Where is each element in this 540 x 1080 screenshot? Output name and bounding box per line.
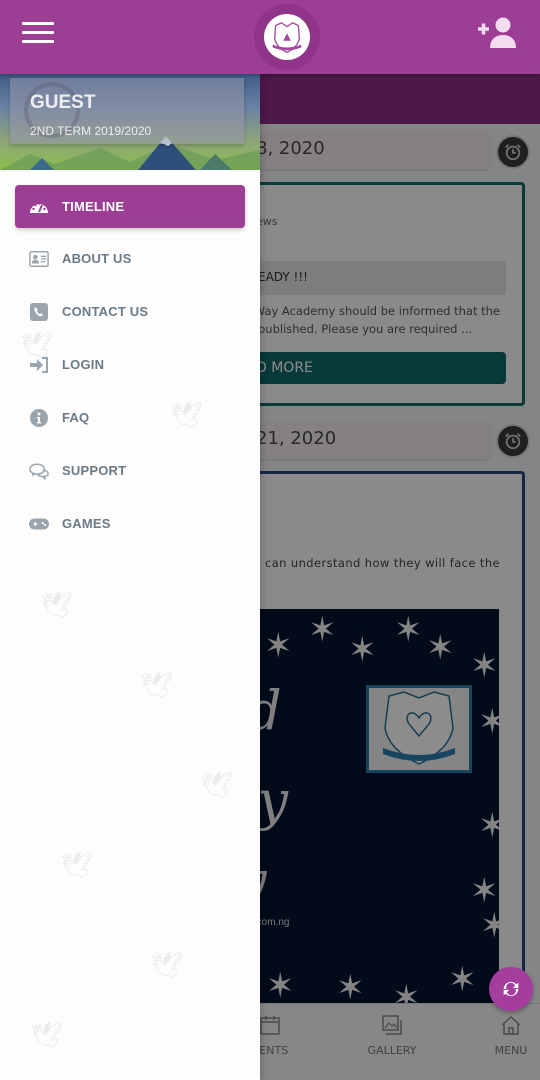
sign-in-icon bbox=[29, 355, 49, 375]
drawer-item-label: ABOUT US bbox=[62, 251, 132, 266]
navigation-drawer: GUEST 2ND TERM 2019/2020 🕊 🕊 🕊 🕊 🕊 🕊 🕊 🕊… bbox=[0, 74, 260, 1080]
drawer-item-label: TIMELINE bbox=[62, 199, 125, 214]
drawer-item-faq[interactable]: FAQ bbox=[15, 396, 245, 439]
drawer-item-label: FAQ bbox=[62, 410, 90, 425]
drawer-item-support[interactable]: SUPPORT bbox=[15, 449, 245, 492]
drawer-header: GUEST 2ND TERM 2019/2020 bbox=[0, 74, 260, 170]
add-user-button[interactable] bbox=[476, 16, 520, 52]
bird-pattern-decoration: 🕊 bbox=[200, 770, 234, 800]
hamburger-icon bbox=[22, 22, 54, 25]
bird-pattern-decoration: 🕊 bbox=[30, 1020, 64, 1050]
drawer-menu: 🕊 🕊 🕊 🕊 🕊 🕊 🕊 🕊 TIMELINE ABOUT US CONTAC… bbox=[0, 170, 260, 1080]
drawer-item-about-us[interactable]: ABOUT US bbox=[15, 237, 245, 280]
drawer-item-label: SUPPORT bbox=[62, 463, 127, 478]
bird-pattern-decoration: 🕊 bbox=[140, 670, 174, 700]
app-bar bbox=[0, 0, 540, 74]
hamburger-menu-button[interactable] bbox=[22, 22, 54, 44]
drawer-item-timeline[interactable]: TIMELINE bbox=[15, 185, 245, 228]
drawer-item-contact-us[interactable]: CONTACT US bbox=[15, 290, 245, 333]
hamburger-icon-line bbox=[22, 40, 54, 43]
drawer-item-label: CONTACT US bbox=[62, 304, 149, 319]
info-icon bbox=[29, 408, 49, 428]
hamburger-icon-line bbox=[22, 31, 54, 34]
refresh-icon bbox=[503, 981, 519, 997]
drawer-item-label: GAMES bbox=[62, 516, 111, 531]
drawer-item-games[interactable]: GAMES bbox=[15, 502, 245, 545]
drawer-item-login[interactable]: LOGIN bbox=[15, 343, 245, 386]
profile-name: GUEST bbox=[30, 92, 96, 113]
id-card-icon bbox=[29, 249, 49, 269]
school-crest-logo bbox=[264, 14, 310, 60]
bird-pattern-decoration: 🕊 bbox=[40, 590, 74, 620]
phone-icon bbox=[29, 302, 49, 322]
refresh-button[interactable] bbox=[489, 967, 533, 1011]
dashboard-gauge-icon bbox=[29, 197, 49, 217]
bird-pattern-decoration: 🕊 bbox=[150, 950, 184, 980]
gamepad-icon bbox=[29, 514, 49, 534]
chat-bubbles-icon bbox=[29, 461, 49, 481]
profile-card[interactable]: GUEST 2ND TERM 2019/2020 bbox=[10, 78, 244, 144]
bird-pattern-decoration: 🕊 bbox=[60, 850, 94, 880]
drawer-item-label: LOGIN bbox=[62, 357, 105, 372]
school-logo[interactable] bbox=[254, 4, 320, 70]
add-user-icon bbox=[478, 17, 516, 48]
profile-term: 2ND TERM 2019/2020 bbox=[30, 124, 152, 138]
crest-icon bbox=[272, 21, 302, 53]
